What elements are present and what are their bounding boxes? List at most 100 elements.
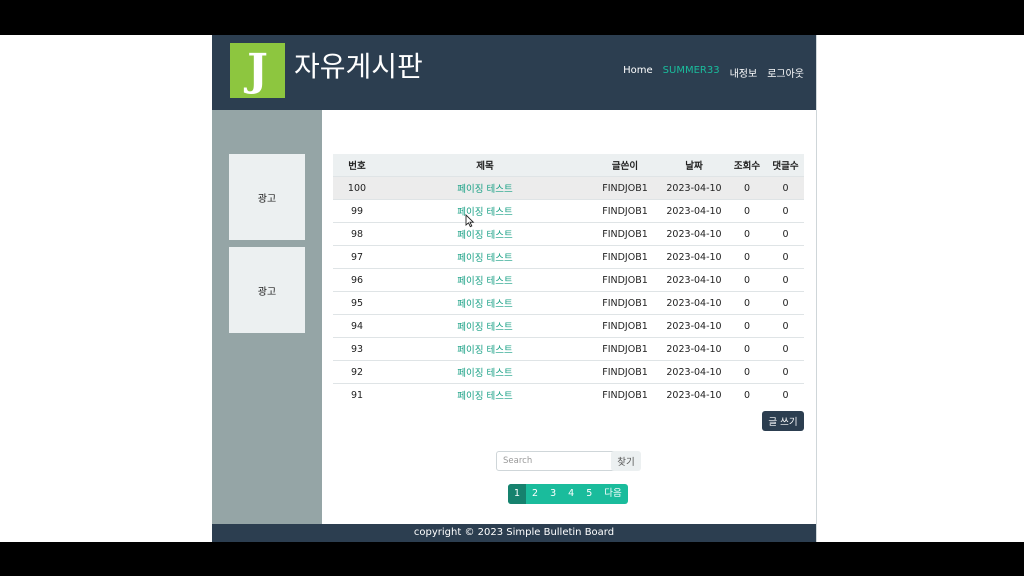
column-header-views: 조회수	[727, 154, 767, 177]
column-header-number: 번호	[333, 154, 381, 177]
column-header-title: 제목	[381, 154, 589, 177]
cell-date: 2023-04-10	[661, 291, 727, 315]
table-row[interactable]: 93 페이징 테스트 FINDJOB1 2023-04-10 0 0	[333, 337, 804, 361]
cell-comments: 0	[767, 383, 804, 406]
cell-title[interactable]: 페이징 테스트	[381, 383, 589, 406]
table-row[interactable]: 91 페이징 테스트 FINDJOB1 2023-04-10 0 0	[333, 383, 804, 406]
cell-views: 0	[727, 337, 767, 361]
cell-views: 0	[727, 199, 767, 223]
cell-title[interactable]: 페이징 테스트	[381, 199, 589, 223]
cell-date: 2023-04-10	[661, 314, 727, 338]
cell-number: 94	[333, 314, 381, 338]
cell-author: FINDJOB1	[589, 337, 661, 361]
cell-title[interactable]: 페이징 테스트	[381, 245, 589, 269]
cell-views: 0	[727, 360, 767, 384]
cell-title[interactable]: 페이징 테스트	[381, 268, 589, 292]
cell-title[interactable]: 페이징 테스트	[381, 314, 589, 338]
cell-date: 2023-04-10	[661, 176, 727, 200]
cell-comments: 0	[767, 199, 804, 223]
cell-title[interactable]: 페이징 테스트	[381, 176, 589, 200]
sidebar: 광고 광고	[212, 110, 322, 524]
cell-author: FINDJOB1	[589, 245, 661, 269]
cell-author: FINDJOB1	[589, 268, 661, 292]
search-input[interactable]: Search	[496, 451, 618, 471]
cell-date: 2023-04-10	[661, 222, 727, 246]
table-header-row: 번호 제목 글쓴이 날짜 조회수 댓글수	[333, 154, 804, 177]
cell-date: 2023-04-10	[661, 199, 727, 223]
pagination: 1 2 3 4 5 다음	[508, 484, 628, 504]
cell-title[interactable]: 페이징 테스트	[381, 222, 589, 246]
table-row[interactable]: 98 페이징 테스트 FINDJOB1 2023-04-10 0 0	[333, 222, 804, 246]
ad-box[interactable]: 광고	[229, 154, 305, 240]
browser-viewport: J 자유게시판 Home SUMMER33 내정보 로그아웃 광고 광고 번호 …	[0, 35, 1024, 542]
table-row[interactable]: 94 페이징 테스트 FINDJOB1 2023-04-10 0 0	[333, 314, 804, 338]
cell-number: 96	[333, 268, 381, 292]
cell-author: FINDJOB1	[589, 314, 661, 338]
page-link-3[interactable]: 3	[544, 484, 562, 504]
cell-views: 0	[727, 314, 767, 338]
cell-author: FINDJOB1	[589, 176, 661, 200]
cell-number: 98	[333, 222, 381, 246]
cell-comments: 0	[767, 176, 804, 200]
write-post-button[interactable]: 글 쓰기	[762, 411, 804, 431]
cell-author: FINDJOB1	[589, 360, 661, 384]
cell-author: FINDJOB1	[589, 291, 661, 315]
page-link-2[interactable]: 2	[526, 484, 544, 504]
cell-views: 0	[727, 291, 767, 315]
main-content: 번호 제목 글쓴이 날짜 조회수 댓글수 100 페이징 테스트 FINDJOB1 2…	[322, 110, 816, 524]
cell-author: FINDJOB1	[589, 222, 661, 246]
next-page-link[interactable]: 다음	[598, 484, 627, 504]
cell-views: 0	[727, 245, 767, 269]
app-container: J 자유게시판 Home SUMMER33 내정보 로그아웃 광고 광고 번호 …	[212, 35, 817, 542]
cell-number: 91	[333, 383, 381, 406]
cell-comments: 0	[767, 314, 804, 338]
header: J 자유게시판 Home SUMMER33 내정보 로그아웃	[212, 35, 816, 110]
cell-views: 0	[727, 383, 767, 406]
cell-title[interactable]: 페이징 테스트	[381, 360, 589, 384]
cell-views: 0	[727, 222, 767, 246]
cell-comments: 0	[767, 337, 804, 361]
nav-home-link[interactable]: Home	[623, 65, 653, 80]
table-row[interactable]: 95 페이징 테스트 FINDJOB1 2023-04-10 0 0	[333, 291, 804, 315]
column-header-comments: 댓글수	[767, 154, 804, 177]
nav-username-link[interactable]: SUMMER33	[663, 65, 720, 80]
board-table: 번호 제목 글쓴이 날짜 조회수 댓글수 100 페이징 테스트 FINDJOB1 2…	[333, 154, 804, 406]
search-button[interactable]: 찾기	[611, 451, 641, 471]
cell-author: FINDJOB1	[589, 199, 661, 223]
table-row[interactable]: 100 페이징 테스트 FINDJOB1 2023-04-10 0 0	[333, 176, 804, 200]
nav-logout-link[interactable]: 로그아웃	[767, 65, 804, 80]
cell-date: 2023-04-10	[661, 360, 727, 384]
cell-number: 100	[333, 176, 381, 200]
mouse-cursor-icon	[465, 214, 475, 228]
cell-comments: 0	[767, 291, 804, 315]
cell-number: 92	[333, 360, 381, 384]
cell-title[interactable]: 페이징 테스트	[381, 337, 589, 361]
page-link-1[interactable]: 1	[508, 484, 527, 504]
table-row[interactable]: 99 페이징 테스트 FINDJOB1 2023-04-10 0 0	[333, 199, 804, 223]
cell-comments: 0	[767, 268, 804, 292]
column-header-author: 글쓴이	[589, 154, 661, 177]
page-link-4[interactable]: 4	[562, 484, 580, 504]
cell-date: 2023-04-10	[661, 337, 727, 361]
logo[interactable]: J	[230, 43, 285, 98]
cell-number: 95	[333, 291, 381, 315]
column-header-date: 날짜	[661, 154, 727, 177]
table-row[interactable]: 96 페이징 테스트 FINDJOB1 2023-04-10 0 0	[333, 268, 804, 292]
cell-title[interactable]: 페이징 테스트	[381, 291, 589, 315]
cell-comments: 0	[767, 360, 804, 384]
cell-views: 0	[727, 176, 767, 200]
ad-box[interactable]: 광고	[229, 247, 305, 333]
cell-number: 99	[333, 199, 381, 223]
page-link-5[interactable]: 5	[580, 484, 598, 504]
table-row[interactable]: 97 페이징 테스트 FINDJOB1 2023-04-10 0 0	[333, 245, 804, 269]
cell-author: FINDJOB1	[589, 383, 661, 406]
cell-date: 2023-04-10	[661, 383, 727, 406]
table-row[interactable]: 92 페이징 테스트 FINDJOB1 2023-04-10 0 0	[333, 360, 804, 384]
nav-my-info-link[interactable]: 내정보	[730, 65, 758, 80]
top-nav: Home SUMMER33 내정보 로그아웃	[623, 65, 804, 80]
cell-number: 93	[333, 337, 381, 361]
cell-number: 97	[333, 245, 381, 269]
cell-views: 0	[727, 268, 767, 292]
cell-date: 2023-04-10	[661, 268, 727, 292]
site-title: 자유게시판	[294, 50, 423, 83]
